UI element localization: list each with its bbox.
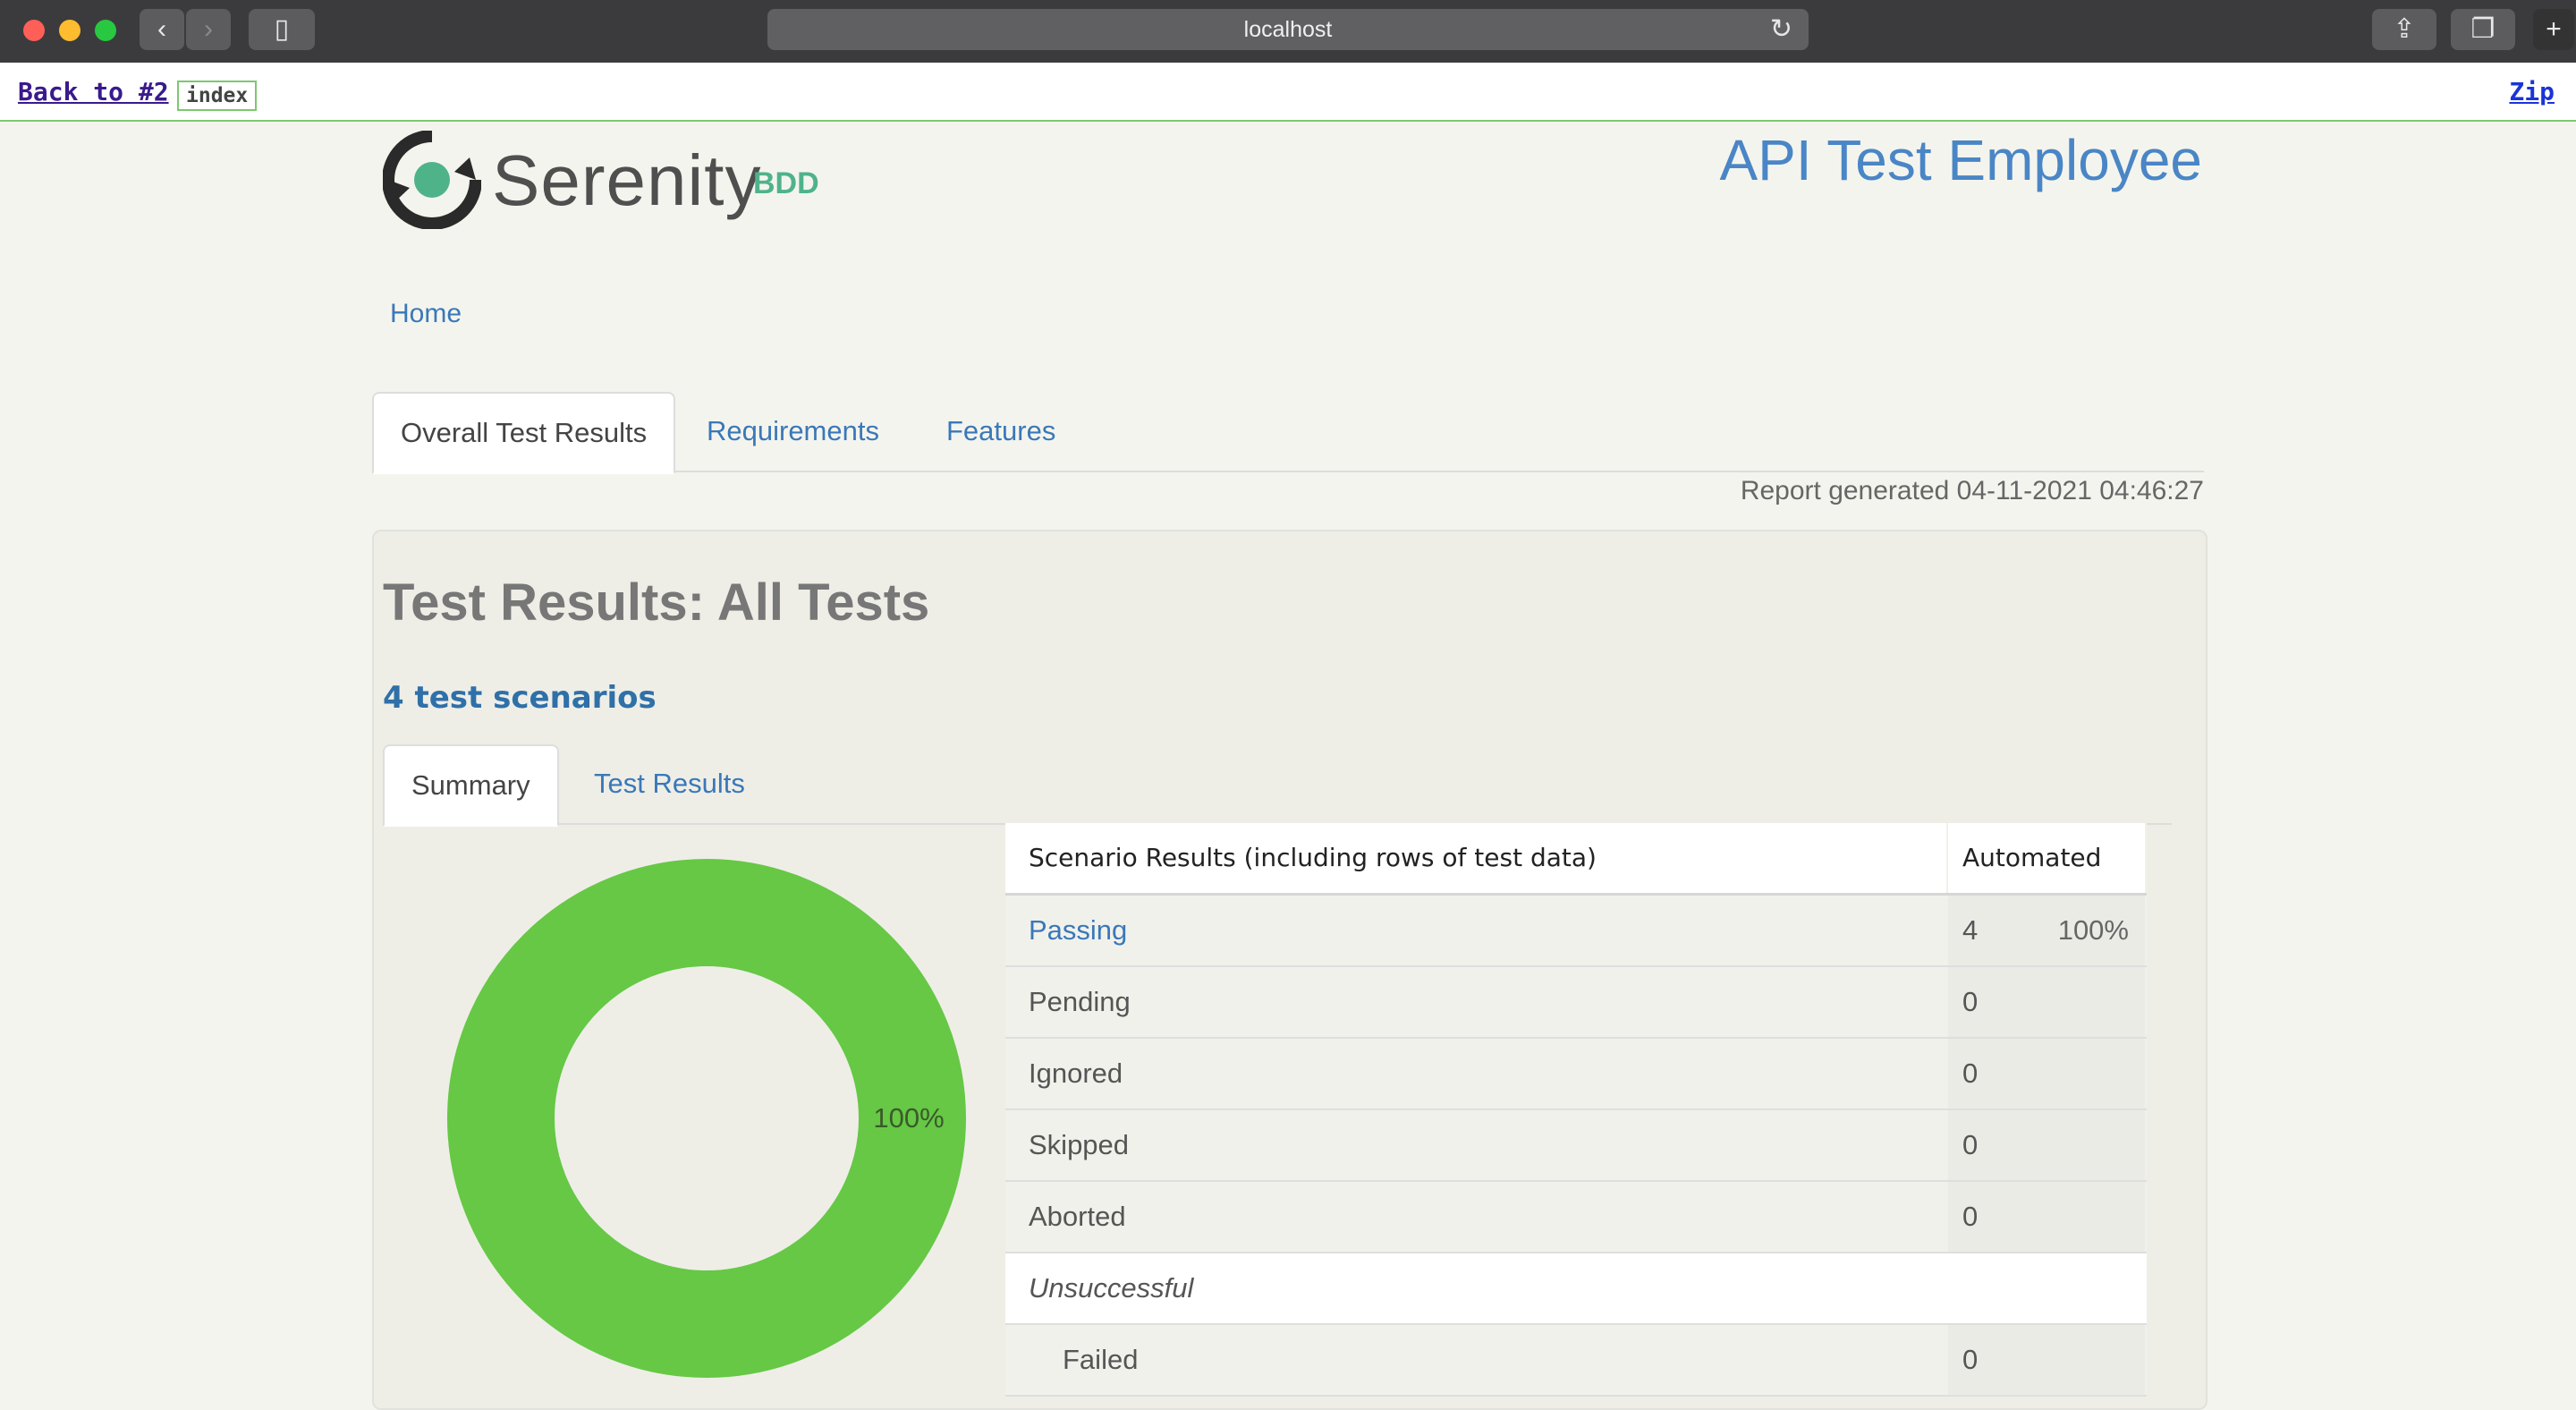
ignored-label: Ignored — [1005, 1039, 1946, 1108]
aborted-count: 0 — [1948, 1182, 2145, 1252]
table-row-aborted: Aborted 0 — [1005, 1182, 2147, 1253]
pending-label: Pending — [1005, 967, 1946, 1037]
table-header-label: Scenario Results (including rows of test… — [1005, 823, 1946, 893]
new-tab-button[interactable]: + — [2533, 9, 2574, 50]
skipped-label: Skipped — [1005, 1110, 1946, 1180]
report-generated-text: Report generated 04-11-2021 04:46:27 — [1740, 476, 2204, 505]
serenity-logo-icon — [383, 131, 481, 229]
sidebar-toggle-button[interactable]: ▯ — [249, 9, 315, 50]
tab-summary[interactable]: Summary — [383, 744, 559, 827]
main-tabs: Overall Test Results Requirements Featur… — [372, 392, 2204, 474]
index-tag: index — [177, 81, 258, 111]
tab-test-results[interactable]: Test Results — [567, 744, 772, 823]
plus-icon: + — [2546, 14, 2562, 44]
table-row-skipped: Skipped 0 — [1005, 1110, 2147, 1182]
maximize-window-button[interactable] — [95, 20, 116, 41]
sidebar-icon: ▯ — [274, 14, 290, 44]
donut-data-label: 100% — [873, 1102, 944, 1134]
table-row-failed: Failed 0 — [1005, 1325, 2147, 1397]
page-title: Test Results: All Tests — [383, 573, 930, 632]
table-header-row: Scenario Results (including rows of test… — [1005, 823, 2147, 896]
back-button[interactable]: ‹ — [140, 9, 184, 50]
table-row-unsuccessful: Unsuccessful — [1005, 1253, 2147, 1325]
tab-features[interactable]: Features — [919, 392, 1082, 471]
passing-percent: 100% — [2057, 914, 2129, 946]
scenario-results-table: Scenario Results (including rows of test… — [1005, 823, 2147, 1397]
chevron-left-icon: ‹ — [157, 14, 166, 44]
share-icon: ⇪ — [2393, 14, 2416, 44]
tab-overall-test-results[interactable]: Overall Test Results — [372, 392, 676, 474]
table-row-passing: Passing 4 100% — [1005, 896, 2147, 967]
passing-link[interactable]: Passing — [1005, 896, 1946, 965]
project-title: API Test Employee — [1719, 128, 2202, 192]
brand-suffix: BDD — [753, 166, 819, 200]
failed-count: 0 — [1948, 1325, 2145, 1395]
tabs-overview-button[interactable]: ❐ — [2451, 9, 2515, 50]
table-row-pending: Pending 0 — [1005, 967, 2147, 1039]
zip-link[interactable]: Zip — [2509, 77, 2555, 106]
skipped-count: 0 — [1948, 1110, 2145, 1180]
brand-name: Serenity — [492, 140, 762, 220]
share-button[interactable]: ⇪ — [2372, 9, 2436, 50]
back-link[interactable]: Back to #2 — [18, 77, 169, 106]
reload-icon[interactable]: ↻ — [1770, 9, 1792, 50]
report-topbar: Back to #2 index Zip — [0, 63, 2576, 122]
passing-count-value: 4 — [1962, 914, 1979, 946]
table-header-automated: Automated — [1948, 823, 2145, 893]
scenario-count: 4 test scenarios — [383, 680, 657, 716]
failed-label: Failed — [1005, 1325, 1946, 1395]
tabs-icon: ❐ — [2470, 14, 2496, 44]
close-window-button[interactable] — [23, 20, 45, 41]
donut-slice-passing — [447, 859, 966, 1378]
results-sub-tabs: Summary Test Results — [383, 744, 2172, 827]
passing-count: 4 100% — [1948, 896, 2145, 965]
ignored-count: 0 — [1948, 1039, 2145, 1108]
table-row-ignored: Ignored 0 — [1005, 1039, 2147, 1110]
unsuccessful-label: Unsuccessful — [1005, 1253, 2147, 1323]
browser-toolbar: ‹ › ▯ localhost ↻ ⇪ ❐ + — [0, 0, 2576, 64]
address-bar[interactable]: localhost ↻ — [767, 9, 1809, 50]
minimize-window-button[interactable] — [59, 20, 80, 41]
chevron-right-icon: › — [204, 14, 213, 44]
aborted-label: Aborted — [1005, 1182, 1946, 1252]
url-text: localhost — [1243, 17, 1333, 42]
forward-button[interactable]: › — [186, 9, 231, 50]
tab-requirements[interactable]: Requirements — [680, 392, 906, 471]
results-donut-chart: 100% — [447, 859, 966, 1378]
pending-count: 0 — [1948, 967, 2145, 1037]
breadcrumb-home[interactable]: Home — [390, 299, 462, 329]
